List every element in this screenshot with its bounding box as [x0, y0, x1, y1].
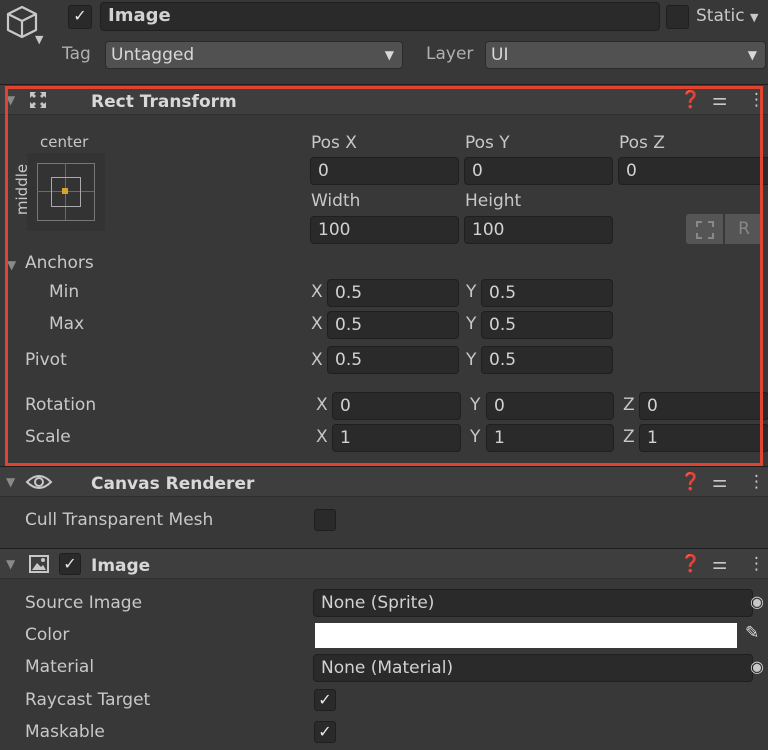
eye-icon — [25, 475, 53, 489]
height-field[interactable]: 100 — [464, 216, 613, 244]
pivot-x-field[interactable]: 0.5 — [327, 346, 459, 374]
cull-transparent-mesh-checkbox[interactable] — [314, 509, 336, 531]
collapse-triangle-icon: ▼ — [6, 557, 16, 571]
icon-dropdown-arrow[interactable]: ▼ — [35, 34, 43, 45]
z-label: Z — [623, 427, 635, 447]
presets-icon[interactable]: ⚌ — [712, 554, 727, 574]
scale-z-field[interactable]: 1 — [639, 424, 768, 452]
pivot-label: Pivot — [25, 350, 67, 370]
pos-y-field[interactable]: 0 — [464, 157, 613, 185]
presets-icon[interactable]: ⚌ — [712, 472, 727, 492]
y-label: Y — [466, 314, 477, 334]
collapse-triangle-icon: ▼ — [6, 93, 16, 107]
pos-y-label: Pos Y — [465, 133, 510, 153]
layer-label: Layer — [426, 44, 474, 64]
tag-value: Untagged — [111, 45, 195, 65]
color-swatch[interactable] — [315, 623, 737, 648]
static-dropdown[interactable]: Static ▼ — [696, 8, 758, 25]
help-icon[interactable]: ❓ — [680, 472, 701, 492]
x-label: X — [316, 427, 328, 447]
more-options-icon[interactable]: ⋮ — [748, 554, 765, 574]
height-label: Height — [465, 191, 522, 211]
blueprint-mode-button[interactable] — [686, 214, 723, 244]
y-label: Y — [466, 282, 477, 302]
anchor-horizontal-label: center — [40, 133, 89, 151]
layer-dropdown[interactable]: UI ▼ — [485, 41, 766, 69]
object-name-field[interactable]: Image — [100, 2, 660, 31]
pos-z-field[interactable]: 0 — [618, 157, 768, 185]
material-field[interactable]: None (Material) — [313, 654, 753, 682]
more-options-icon[interactable]: ⋮ — [748, 90, 765, 110]
maskable-checkbox[interactable]: ✓ — [314, 721, 336, 743]
rect-transform-icon — [30, 92, 46, 108]
tag-label: Tag — [62, 44, 91, 64]
presets-icon[interactable]: ⚌ — [712, 90, 727, 110]
y-label: Y — [466, 350, 477, 370]
object-picker-icon[interactable]: ◉ — [750, 659, 764, 675]
x-label: X — [311, 314, 323, 334]
component-title: Image — [91, 556, 151, 576]
source-image-field[interactable]: None (Sprite) — [313, 589, 753, 617]
cull-transparent-mesh-label: Cull Transparent Mesh — [25, 510, 214, 530]
anchors-label[interactable]: Anchors — [25, 255, 94, 272]
chevron-down-icon: ▼ — [747, 48, 757, 62]
help-icon[interactable]: ❓ — [680, 90, 701, 110]
min-label: Min — [49, 282, 80, 302]
x-label: X — [316, 395, 328, 415]
image-component-header[interactable]: ▼ ✓ Image ❓ ⚌ ⋮ — [0, 548, 768, 579]
object-picker-icon[interactable]: ◉ — [750, 594, 764, 610]
max-y-field[interactable]: 0.5 — [481, 311, 613, 339]
min-x-field[interactable]: 0.5 — [327, 279, 459, 307]
pos-x-field[interactable]: 0 — [310, 157, 459, 185]
more-options-icon[interactable]: ⋮ — [748, 472, 765, 492]
x-label: X — [311, 282, 323, 302]
material-label: Material — [25, 657, 95, 677]
help-icon[interactable]: ❓ — [680, 554, 701, 574]
raw-edit-button[interactable]: R — [725, 214, 763, 244]
y-label: Y — [470, 427, 481, 447]
image-enabled-checkbox[interactable]: ✓ — [59, 553, 81, 575]
x-label: X — [311, 350, 323, 370]
tag-dropdown[interactable]: Untagged ▼ — [105, 41, 403, 69]
color-label: Color — [25, 625, 70, 645]
raycast-target-checkbox[interactable]: ✓ — [314, 689, 336, 711]
collapse-triangle-icon: ▼ — [6, 475, 16, 489]
eyedropper-icon[interactable]: ✎ — [745, 625, 759, 642]
static-label: Static — [696, 6, 745, 26]
rotation-z-field[interactable]: 0 — [639, 392, 768, 420]
rect-transform-header[interactable]: ▼ Rect Transform ❓ ⚌ ⋮ — [0, 84, 768, 115]
raycast-target-label: Raycast Target — [25, 690, 151, 710]
max-label: Max — [49, 314, 85, 334]
z-label: Z — [623, 395, 635, 415]
component-title: Rect Transform — [91, 92, 237, 112]
active-checkbox[interactable]: ✓ — [68, 5, 92, 29]
chevron-down-icon: ▼ — [384, 48, 394, 62]
layer-value: UI — [491, 45, 509, 65]
component-title: Canvas Renderer — [91, 474, 255, 494]
rotation-y-field[interactable]: 0 — [486, 392, 614, 420]
width-field[interactable]: 100 — [310, 216, 459, 244]
canvas-renderer-header[interactable]: ▼ Canvas Renderer ❓ ⚌ ⋮ — [0, 466, 768, 497]
dashed-rect-icon — [696, 221, 714, 239]
source-image-label: Source Image — [25, 593, 143, 613]
min-y-field[interactable]: 0.5 — [481, 279, 613, 307]
rotation-label: Rotation — [25, 395, 97, 415]
pivot-y-field[interactable]: 0.5 — [481, 346, 613, 374]
scale-label: Scale — [25, 427, 71, 447]
y-label: Y — [470, 395, 481, 415]
pos-x-label: Pos X — [311, 133, 357, 153]
rotation-x-field[interactable]: 0 — [332, 392, 461, 420]
scale-y-field[interactable]: 1 — [486, 424, 614, 452]
anchor-presets-button[interactable] — [27, 153, 105, 231]
maskable-label: Maskable — [25, 722, 105, 742]
anchors-collapse-icon[interactable]: ▼ — [7, 258, 16, 272]
width-label: Width — [311, 191, 361, 211]
image-icon — [29, 555, 49, 573]
scale-x-field[interactable]: 1 — [332, 424, 461, 452]
static-checkbox[interactable] — [666, 5, 689, 29]
max-x-field[interactable]: 0.5 — [327, 311, 459, 339]
pos-z-label: Pos Z — [619, 133, 665, 153]
